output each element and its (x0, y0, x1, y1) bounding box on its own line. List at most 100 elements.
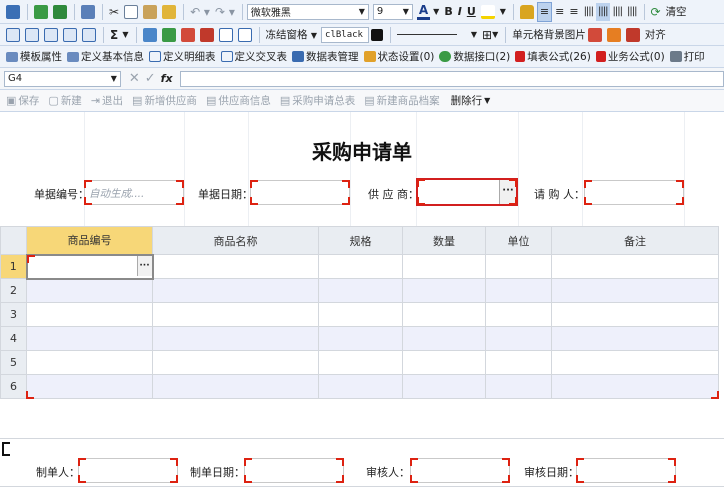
chevron-down-icon[interactable]: ▼ (498, 3, 508, 21)
formula-input[interactable] (179, 70, 724, 87)
paste-icon[interactable] (141, 3, 159, 21)
confirm-icon[interactable]: ✓ (143, 70, 158, 88)
purchase-summary-button[interactable]: ▤ 采购申请总表 (278, 92, 357, 110)
table-cell[interactable] (485, 350, 552, 375)
table-cell[interactable] (551, 254, 719, 279)
row-number[interactable]: 6 (0, 374, 27, 399)
line-style-select[interactable]: ▼ (395, 26, 479, 44)
print-button[interactable]: 打印 (668, 48, 707, 66)
row-number[interactable]: 2 (0, 278, 27, 303)
table-cell[interactable] (551, 374, 719, 399)
border-icon[interactable]: ⊞ ▼ (480, 26, 500, 44)
table-cell[interactable] (26, 278, 153, 303)
table-cell[interactable] (152, 350, 319, 375)
image-icon-3[interactable] (624, 26, 642, 44)
cut-icon[interactable]: ✂ (107, 3, 121, 21)
grid-icon-4[interactable] (61, 26, 79, 44)
italic-button[interactable]: I (456, 3, 464, 21)
requester-field[interactable] (584, 180, 684, 205)
grid-icon-2[interactable] (23, 26, 41, 44)
table-cell-product-code[interactable]: ··· (25, 253, 154, 280)
table-cell[interactable] (485, 374, 552, 399)
cancel-icon[interactable]: ✕ (127, 70, 142, 88)
table-cell[interactable] (152, 302, 319, 327)
clear-button[interactable]: 清空 (666, 4, 687, 19)
table-cell[interactable] (402, 326, 486, 351)
grid-icon-1[interactable] (4, 26, 22, 44)
status-settings-button[interactable]: 状态设置(0) (362, 48, 437, 66)
add-supplier-button[interactable]: ▤ 新增供应商 (130, 92, 199, 110)
import-icon[interactable] (51, 3, 69, 21)
lock-icon[interactable] (518, 3, 536, 21)
fill-color-icon[interactable] (479, 3, 497, 21)
row-number[interactable]: 3 (0, 302, 27, 327)
table-cell[interactable] (551, 302, 719, 327)
table-cell[interactable] (485, 302, 552, 327)
table-cell[interactable] (485, 278, 552, 303)
column-header[interactable]: 规格 (318, 226, 403, 255)
grid-icon-3[interactable] (42, 26, 60, 44)
color-picker-icon[interactable] (369, 26, 385, 44)
save-button[interactable]: ▣ 保存 (4, 92, 41, 110)
maker-field[interactable] (78, 458, 178, 483)
supplier-field[interactable]: ··· (416, 178, 518, 206)
function-icon[interactable]: fx (159, 70, 175, 88)
table-cell[interactable] (485, 326, 552, 351)
new-product-archive-button[interactable]: ▤ 新建商品档案 (362, 92, 441, 110)
grid-icon-5[interactable] (80, 26, 98, 44)
barcode-icon-2[interactable]: |||| (596, 2, 610, 21)
save-icon[interactable] (4, 3, 22, 21)
table-cell[interactable] (402, 374, 486, 399)
define-detail-table-button[interactable]: 定义明细表 (147, 48, 218, 66)
make-date-field[interactable] (244, 458, 344, 483)
column-header[interactable]: 商品编号 (26, 226, 153, 255)
merge-icon[interactable] (217, 26, 235, 44)
export-icon[interactable] (32, 3, 50, 21)
delete-col-icon[interactable] (198, 26, 216, 44)
column-header[interactable]: 单位 (485, 226, 552, 255)
template-properties-button[interactable]: 模板属性 (4, 48, 64, 66)
audit-date-field[interactable] (576, 458, 676, 483)
table-cell[interactable] (26, 302, 153, 327)
table-cell[interactable] (551, 350, 719, 375)
table-cell[interactable] (318, 254, 403, 279)
table-cell[interactable] (318, 326, 403, 351)
font-size-select[interactable]: 9 ▼ (372, 3, 413, 20)
doc-no-field[interactable]: 自动生成.... (84, 180, 184, 205)
table-cell[interactable] (551, 326, 719, 351)
column-header[interactable]: 数量 (402, 226, 486, 255)
table-cell[interactable] (318, 374, 403, 399)
table-cell[interactable] (318, 278, 403, 303)
align-left-icon[interactable]: ≡ (536, 1, 553, 22)
cell-ref-select[interactable]: G4 ▼ (4, 70, 121, 87)
font-color-icon[interactable]: A (416, 3, 431, 20)
align-center-icon[interactable]: ≡ (553, 3, 566, 21)
table-cell[interactable] (402, 302, 486, 327)
barcode-icon-4[interactable]: |||| (625, 3, 638, 21)
define-cross-table-button[interactable]: 定义交叉表 (219, 48, 290, 66)
table-cell[interactable] (26, 326, 153, 351)
chevron-down-icon[interactable]: ▼ (431, 3, 441, 21)
sigma-button[interactable]: Σ ▼ (108, 26, 131, 44)
insert-col-icon[interactable] (160, 26, 178, 44)
cell-bg-image-button[interactable]: 单元格背景图片 (512, 27, 586, 42)
define-basic-info-button[interactable]: 定义基本信息 (65, 48, 146, 66)
redo-icon[interactable]: ↷ ▾ (213, 3, 237, 21)
column-header[interactable]: 备注 (551, 226, 719, 255)
table-cell[interactable] (402, 278, 486, 303)
undo-icon[interactable]: ↶ ▾ (188, 3, 212, 21)
table-cell[interactable] (485, 254, 552, 279)
freeze-panes-button[interactable]: 冻结窗格 ▼ (266, 27, 318, 42)
table-cell[interactable] (402, 350, 486, 375)
format-painter-icon[interactable] (160, 3, 178, 21)
insert-row-icon[interactable] (141, 26, 159, 44)
exit-icon[interactable] (79, 3, 97, 21)
bold-button[interactable]: B (442, 3, 454, 21)
table-cell[interactable] (152, 374, 319, 399)
table-cell[interactable] (318, 350, 403, 375)
data-table-manage-button[interactable]: 数据表管理 (290, 48, 361, 66)
barcode-icon-3[interactable]: |||| (611, 3, 624, 21)
row-number[interactable]: 1 (0, 254, 27, 279)
row-number[interactable]: 5 (0, 350, 27, 375)
align-button[interactable]: 对齐 (645, 27, 666, 42)
